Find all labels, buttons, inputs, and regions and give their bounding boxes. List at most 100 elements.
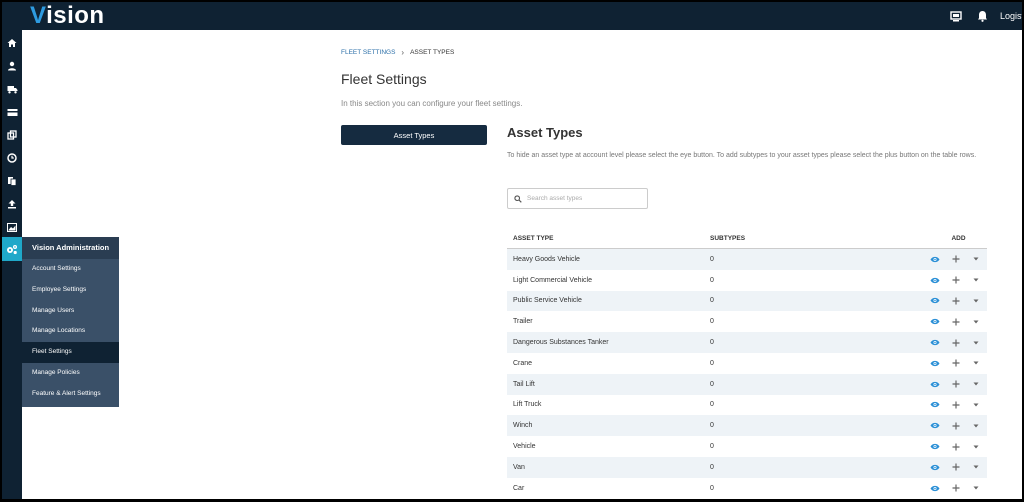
plus-icon[interactable] bbox=[951, 400, 961, 410]
subtypes-cell: 0 bbox=[710, 318, 714, 326]
chart-icon[interactable] bbox=[2, 216, 22, 238]
asset-type-cell: Van bbox=[513, 463, 525, 471]
chevron-down-icon[interactable] bbox=[972, 462, 982, 472]
side-rail bbox=[2, 30, 22, 499]
subtypes-cell: 0 bbox=[710, 359, 714, 367]
plus-icon[interactable] bbox=[951, 483, 961, 493]
eye-icon[interactable] bbox=[930, 421, 940, 431]
plus-icon[interactable] bbox=[951, 462, 961, 472]
eye-icon[interactable] bbox=[930, 296, 940, 306]
chevron-down-icon[interactable] bbox=[972, 400, 982, 410]
asset-type-cell: Tail Lift bbox=[513, 380, 535, 388]
asset-type-cell: Public Service Vehicle bbox=[513, 297, 582, 305]
files-icon[interactable] bbox=[2, 170, 22, 192]
breadcrumb-fleet-settings[interactable]: FLEET SETTINGS bbox=[341, 49, 395, 56]
chevron-down-icon[interactable] bbox=[972, 379, 982, 389]
plus-icon[interactable] bbox=[951, 254, 961, 264]
chevron-down-icon[interactable] bbox=[972, 317, 982, 327]
eye-icon[interactable] bbox=[930, 400, 940, 410]
chevron-down-icon[interactable] bbox=[972, 442, 982, 452]
table-row: Car 0 bbox=[507, 478, 987, 499]
row-actions bbox=[930, 296, 987, 306]
breadcrumb-current: ASSET TYPES bbox=[410, 49, 455, 56]
eye-icon[interactable] bbox=[930, 358, 940, 368]
table-row: Dangerous Substances Tanker 0 bbox=[507, 332, 987, 353]
row-actions bbox=[930, 254, 987, 264]
table-row: Heavy Goods Vehicle 0 bbox=[507, 249, 987, 270]
asset-type-cell: Heavy Goods Vehicle bbox=[513, 255, 580, 263]
card-icon[interactable] bbox=[2, 101, 22, 123]
flyout-item-manage-policies[interactable]: Manage Policies bbox=[22, 363, 119, 384]
column-header-asset-type: ASSET TYPE bbox=[513, 234, 554, 242]
row-actions bbox=[930, 317, 987, 327]
flyout-item-account-settings[interactable]: Account Settings bbox=[22, 259, 119, 280]
chevron-down-icon[interactable] bbox=[972, 421, 982, 431]
column-header-add: ADD bbox=[951, 234, 966, 242]
row-actions bbox=[930, 400, 987, 410]
row-actions bbox=[930, 275, 987, 285]
row-actions bbox=[930, 379, 987, 389]
monitor-icon[interactable] bbox=[948, 8, 964, 24]
table-row: Vehicle 0 bbox=[507, 436, 987, 457]
vision-logo[interactable]: Vision bbox=[30, 2, 105, 30]
column-header-subtypes: SUBTYPES bbox=[710, 234, 746, 242]
eye-icon[interactable] bbox=[930, 442, 940, 452]
asset-type-cell: Lift Truck bbox=[513, 401, 542, 409]
chevron-down-icon[interactable] bbox=[972, 275, 982, 285]
chevron-down-icon[interactable] bbox=[972, 296, 982, 306]
chevron-down-icon[interactable] bbox=[972, 358, 982, 368]
chevron-down-icon[interactable] bbox=[972, 254, 982, 264]
subtypes-cell: 0 bbox=[710, 380, 714, 388]
clock-icon[interactable] bbox=[2, 147, 22, 169]
upload-icon[interactable] bbox=[2, 193, 22, 215]
chevron-down-icon[interactable] bbox=[972, 338, 982, 348]
section-title: Asset Types bbox=[507, 125, 583, 140]
eye-icon[interactable] bbox=[930, 379, 940, 389]
search-input[interactable] bbox=[527, 195, 637, 202]
plus-icon[interactable] bbox=[951, 296, 961, 306]
flyout-item-manage-locations[interactable]: Manage Locations bbox=[22, 321, 119, 342]
gears-icon[interactable] bbox=[2, 237, 22, 261]
home-icon[interactable] bbox=[2, 32, 22, 54]
truck-icon[interactable] bbox=[2, 78, 22, 100]
user-name[interactable]: Logistics bbox=[1000, 11, 1022, 21]
table-body: Heavy Goods Vehicle 0 Light Commercial Veh… bbox=[507, 249, 987, 499]
row-actions bbox=[930, 483, 987, 493]
chevron-down-icon[interactable] bbox=[972, 483, 982, 493]
plus-icon[interactable] bbox=[951, 379, 961, 389]
asset-type-cell: Car bbox=[513, 484, 525, 492]
flyout-item-fleet-settings[interactable]: Fleet Settings bbox=[22, 342, 119, 363]
plus-icon[interactable] bbox=[951, 358, 961, 368]
asset-types-button[interactable]: Asset Types bbox=[341, 125, 487, 145]
eye-icon[interactable] bbox=[930, 317, 940, 327]
user-icon[interactable] bbox=[2, 55, 22, 77]
asset-type-cell: Dangerous Substances Tanker bbox=[513, 339, 609, 347]
flyout-item-manage-users[interactable]: Manage Users bbox=[22, 301, 119, 322]
eye-icon[interactable] bbox=[930, 483, 940, 493]
flyout-item-employee-settings[interactable]: Employee Settings bbox=[22, 280, 119, 301]
copy-icon[interactable] bbox=[2, 124, 22, 146]
app-window: Vision Logistics bbox=[2, 2, 1022, 499]
flyout-item-feature-alert-settings[interactable]: Feature & Alert Settings bbox=[22, 384, 119, 405]
eye-icon[interactable] bbox=[930, 338, 940, 348]
subtypes-cell: 0 bbox=[710, 443, 714, 451]
flyout-title: Vision Administration bbox=[22, 237, 119, 259]
breadcrumb: FLEET SETTINGS › ASSET TYPES bbox=[341, 48, 454, 57]
section-description: To hide an asset type at account level p… bbox=[507, 152, 977, 159]
plus-icon[interactable] bbox=[951, 338, 961, 348]
admin-flyout-menu: Vision Administration Account Settings E… bbox=[22, 237, 119, 407]
table-row: Tail Lift 0 bbox=[507, 373, 987, 395]
eye-icon[interactable] bbox=[930, 275, 940, 285]
eye-icon[interactable] bbox=[930, 254, 940, 264]
bell-icon[interactable] bbox=[974, 8, 990, 24]
breadcrumb-separator: › bbox=[401, 48, 405, 57]
row-actions bbox=[930, 338, 987, 348]
plus-icon[interactable] bbox=[951, 275, 961, 285]
eye-icon[interactable] bbox=[930, 462, 940, 472]
search-icon bbox=[514, 190, 522, 208]
plus-icon[interactable] bbox=[951, 442, 961, 452]
table-row: Trailer 0 bbox=[507, 311, 987, 332]
plus-icon[interactable] bbox=[951, 421, 961, 431]
plus-icon[interactable] bbox=[951, 317, 961, 327]
subtypes-cell: 0 bbox=[710, 422, 714, 430]
